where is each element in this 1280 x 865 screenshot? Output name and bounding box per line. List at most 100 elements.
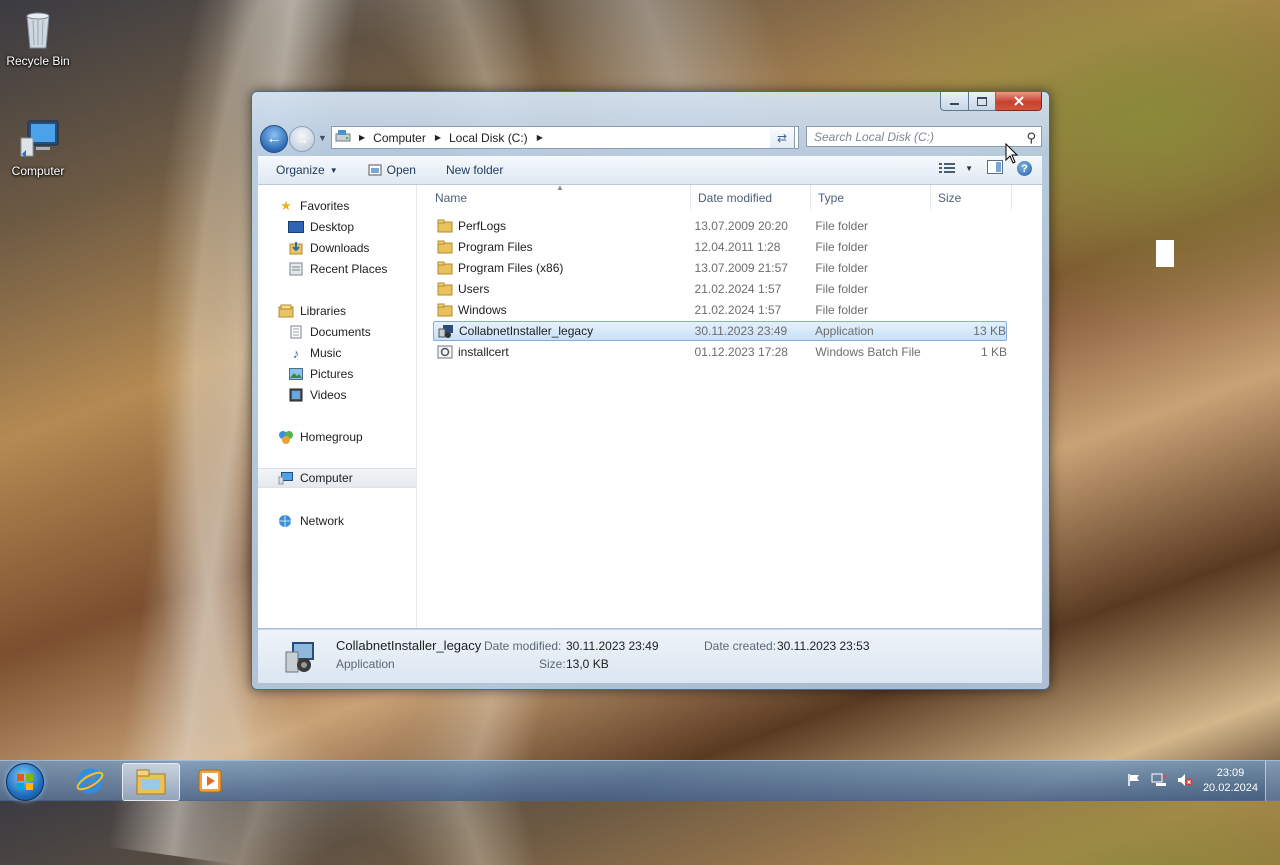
column-date-label: Date modified xyxy=(698,191,773,205)
details-file-type: Application xyxy=(336,657,395,671)
new-folder-label: New folder xyxy=(445,163,504,177)
column-name-label: Name xyxy=(435,191,468,205)
taskbar-media-player[interactable] xyxy=(182,763,238,799)
file-row[interactable]: CollabnetInstaller_legacy 30.11.2023 23:4… xyxy=(433,321,1007,341)
file-name: Program Files (x86) xyxy=(458,261,564,275)
nav-computer[interactable]: Computer xyxy=(258,468,416,488)
nav-pictures-label: Pictures xyxy=(310,367,354,381)
nav-libraries[interactable]: Libraries xyxy=(258,301,416,321)
taskbar-windows-explorer[interactable] xyxy=(122,763,180,801)
details-date-created: 30.11.2023 23:53 xyxy=(777,639,870,653)
nav-network[interactable]: Network xyxy=(258,511,416,531)
back-button[interactable]: ← xyxy=(260,125,288,153)
search-icon[interactable]: ⚲ xyxy=(1026,127,1036,148)
file-date-cell: 13.07.2009 20:20 xyxy=(694,219,788,233)
column-header-name[interactable]: Name xyxy=(417,185,691,211)
drive-icon xyxy=(332,129,356,146)
nav-pictures[interactable]: Pictures xyxy=(258,364,416,384)
homegroup-icon xyxy=(278,429,294,445)
file-name-cell: Users xyxy=(433,282,695,296)
file-row[interactable]: Users 21.02.2024 1:57 File folder xyxy=(433,279,1007,299)
start-button[interactable] xyxy=(6,763,44,801)
column-header-size[interactable]: Size xyxy=(931,185,1012,211)
chevron-down-icon: ▼ xyxy=(329,165,338,175)
column-header-type[interactable]: Type xyxy=(811,185,931,211)
desktop-icon-recycle-bin[interactable]: Recycle Bin xyxy=(0,8,76,68)
address-bar[interactable]: ▶ Computer ▶ Local Disk (C:) ▶ ▼ xyxy=(331,126,799,149)
file-row[interactable]: Windows 21.02.2024 1:57 File folder xyxy=(433,300,1007,320)
nav-recent-places[interactable]: Recent Places xyxy=(258,259,416,279)
minimize-button[interactable] xyxy=(940,92,969,111)
file-name: Program Files xyxy=(458,240,533,254)
file-row[interactable]: installcert 01.12.2023 17:28 Windows Batch… xyxy=(433,342,1007,362)
caption-buttons xyxy=(940,92,1042,111)
file-type-cell: Windows Batch File xyxy=(815,345,921,359)
clock[interactable]: 23:09 20.02.2024 xyxy=(1203,766,1258,796)
help-button[interactable]: ? xyxy=(1017,161,1032,176)
windows-logo-icon xyxy=(17,774,33,790)
file-date-cell: 01.12.2023 17:28 xyxy=(694,345,788,359)
refresh-icon: ⇄ xyxy=(776,130,788,145)
breadcrumb-arrow-icon[interactable]: ▶ xyxy=(432,133,449,142)
folder-icon xyxy=(136,769,166,795)
nav-favorites[interactable]: ★ Favorites xyxy=(258,196,416,216)
file-list: ▲ Name Date modified Type Size PerfLogs 1… xyxy=(417,183,1042,628)
nav-desktop[interactable]: Desktop xyxy=(258,217,416,237)
recent-pages-dropdown[interactable]: ▼ xyxy=(318,133,327,143)
action-center-flag-icon[interactable] xyxy=(1127,773,1141,790)
new-folder-button[interactable]: New folder xyxy=(426,163,513,177)
file-date-cell: 21.02.2024 1:57 xyxy=(694,303,782,317)
desktop-icon-label: Computer xyxy=(11,164,65,178)
network-status-icon[interactable] xyxy=(1151,773,1167,790)
downloads-icon xyxy=(288,240,304,256)
file-row[interactable]: Program Files (x86) 13.07.2009 21:57 File … xyxy=(433,258,1007,278)
recycle-bin-icon xyxy=(18,8,58,50)
nav-computer-label: Computer xyxy=(300,471,353,485)
forward-button[interactable]: → xyxy=(289,126,315,152)
navigation-pane: ★ Favorites Desktop Downloads Recent Pla… xyxy=(258,185,417,628)
refresh-button[interactable]: ⇄ xyxy=(770,126,795,149)
breadcrumb-local-disk[interactable]: Local Disk (C:) xyxy=(449,131,534,145)
file-row[interactable]: PerfLogs 13.07.2009 20:20 File folder xyxy=(433,216,1007,236)
nav-homegroup-label: Homegroup xyxy=(300,430,363,444)
details-view-icon xyxy=(939,162,956,173)
nav-homegroup[interactable]: Homegroup xyxy=(258,427,416,447)
show-desktop-button[interactable] xyxy=(1265,761,1280,801)
nav-desktop-label: Desktop xyxy=(310,220,355,234)
nav-videos[interactable]: Videos xyxy=(258,385,416,405)
taskbar: 23:09 20.02.2024 xyxy=(0,760,1280,801)
file-name-cell: Windows xyxy=(433,303,695,317)
nav-downloads[interactable]: Downloads xyxy=(258,238,416,258)
search-placeholder: Search Local Disk (C:) xyxy=(814,130,935,144)
file-type-cell: File folder xyxy=(815,240,869,254)
breadcrumb-arrow-icon[interactable]: ▶ xyxy=(356,133,373,142)
column-header-date[interactable]: Date modified xyxy=(691,185,811,211)
nav-network-label: Network xyxy=(300,514,345,528)
file-date-cell: 13.07.2009 21:57 xyxy=(694,261,788,275)
open-button[interactable]: Open xyxy=(348,163,426,177)
file-name-cell: CollabnetInstaller_legacy xyxy=(434,324,695,338)
nav-documents[interactable]: Documents xyxy=(258,322,416,342)
folder-icon xyxy=(437,282,453,296)
music-icon: ♪ xyxy=(292,345,300,361)
preview-pane-button[interactable] xyxy=(987,160,1003,177)
change-view-button[interactable]: ▼ xyxy=(939,162,973,175)
close-button[interactable] xyxy=(996,92,1042,111)
organize-button[interactable]: Organize ▼ xyxy=(258,163,348,177)
open-icon xyxy=(368,164,382,176)
desktop-icon-computer[interactable]: Computer xyxy=(0,118,76,178)
breadcrumb-arrow-icon[interactable]: ▶ xyxy=(534,133,551,142)
nav-music-label: Music xyxy=(310,346,342,360)
maximize-button[interactable] xyxy=(969,92,996,111)
clock-time: 23:09 xyxy=(1216,767,1245,779)
nav-music[interactable]: ♪ Music xyxy=(258,343,416,363)
star-icon: ★ xyxy=(280,198,292,213)
breadcrumb-computer[interactable]: Computer xyxy=(373,131,432,145)
desktop-icon-label: Recycle Bin xyxy=(6,54,70,68)
taskbar-internet-explorer[interactable] xyxy=(62,763,118,799)
videos-icon xyxy=(288,387,304,403)
volume-muted-icon[interactable] xyxy=(1177,773,1193,790)
file-row[interactable]: Program Files 12.04.2011 1:28 File folder xyxy=(433,237,1007,257)
chevron-down-icon: ▼ xyxy=(965,164,973,173)
pictures-icon xyxy=(288,366,304,382)
